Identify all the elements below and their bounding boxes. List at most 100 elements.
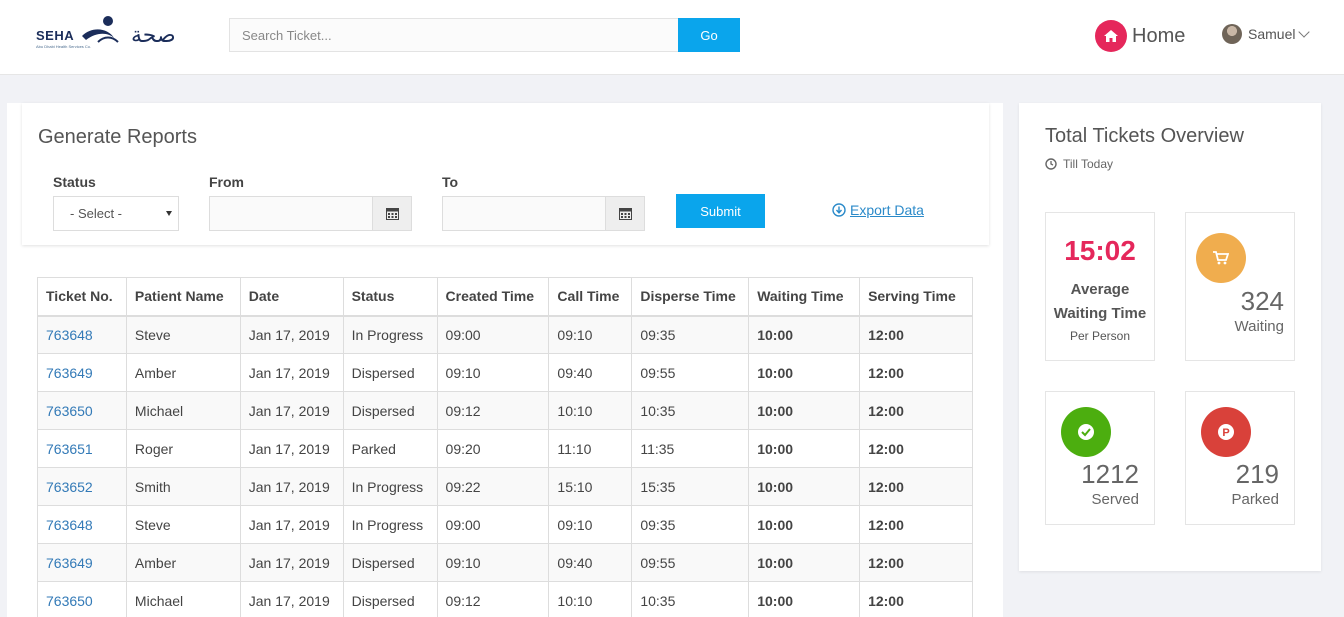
avatar [1222,24,1242,44]
table-cell: 09:55 [631,543,750,582]
table-cell: 15:35 [631,467,750,506]
overview-subtitle: Till Today [1045,157,1113,171]
table-cell: 09:10 [436,543,550,582]
table-cell: 12:00 [859,429,973,468]
table-cell: 09:00 [436,315,550,354]
table-row[interactable]: 763649 Amber Jan 17, 2019 Dispersed 09:10 09:… [37,543,973,582]
column-header[interactable]: Disperse Time [631,277,750,317]
user-name: Samuel [1248,26,1296,42]
table-cell: 12:00 [859,467,973,506]
ticket-link[interactable]: 763652 [37,467,127,506]
submit-button[interactable]: Submit [676,194,765,228]
column-header[interactable]: Call Time [548,277,633,317]
calendar-icon[interactable] [605,197,644,230]
table-row[interactable]: 763648 Steve Jan 17, 2019 In Progress 09:00 0… [37,315,973,354]
table-row[interactable]: 763650 Michael Jan 17, 2019 Dispersed 09:12 1… [37,391,973,430]
table-cell: 09:10 [548,315,633,354]
table-row[interactable]: 763651 Roger Jan 17, 2019 Parked 09:20 11:10 1… [37,429,973,468]
column-header[interactable]: Waiting Time [748,277,861,317]
column-header[interactable]: Date [239,277,344,317]
table-cell: Jan 17, 2019 [239,391,344,430]
table-cell: 11:35 [631,429,750,468]
table-cell: Jan 17, 2019 [239,353,344,392]
table-cell: 10:00 [748,581,861,617]
table-cell: Steve [125,505,241,544]
seha-logo[interactable]: SEHA Abu Dhabi Health Services Co. صحة [36,14,178,50]
search-box [229,18,679,52]
column-header[interactable]: Patient Name [125,277,241,317]
table-cell: 09:12 [436,391,550,430]
table-cell: Jan 17, 2019 [239,315,344,354]
table-cell: 10:00 [748,505,861,544]
export-data-link[interactable]: Export Data [832,202,924,218]
ticket-link[interactable]: 763649 [37,543,127,582]
table-cell: Jan 17, 2019 [239,467,344,506]
home-label: Home [1132,24,1186,47]
table-cell: 09:35 [631,505,750,544]
svg-text:P: P [1222,427,1229,439]
table-cell: 10:00 [748,429,861,468]
logo-arabic: صحة [131,23,176,48]
download-icon [832,203,846,217]
table-cell: 12:00 [859,505,973,544]
ticket-link[interactable]: 763648 [37,315,127,354]
from-date-field[interactable] [209,196,412,231]
table-cell: In Progress [342,505,438,544]
table-header-row: Ticket No. Patient Name Date Status Crea… [37,277,973,317]
table-cell: 09:00 [436,505,550,544]
ticket-link[interactable]: 763650 [37,391,127,430]
table-cell: 15:10 [548,467,633,506]
from-label: From [209,174,244,190]
column-header[interactable]: Ticket No. [37,277,127,317]
table-cell: 12:00 [859,543,973,582]
to-date-field[interactable] [442,196,645,231]
table-row[interactable]: 763649 Amber Jan 17, 2019 Dispersed 09:10 09:… [37,353,973,392]
table-cell: 09:40 [548,543,633,582]
search-input[interactable] [230,19,679,51]
table-cell: 09:40 [548,353,633,392]
table-cell: 10:10 [548,391,633,430]
table-cell: 09:10 [436,353,550,392]
table-cell: Dispersed [342,353,438,392]
go-button[interactable]: Go [678,18,740,52]
table-cell: 11:10 [548,429,633,468]
table-row[interactable]: 763648 Steve Jan 17, 2019 In Progress 09:00 0… [37,505,973,544]
table-cell: 09:55 [631,353,750,392]
overview-title: Total Tickets Overview [1045,125,1244,147]
table-cell: 10:00 [748,353,861,392]
ticket-link[interactable]: 763650 [37,581,127,617]
logo-mark-icon [82,16,119,43]
column-header[interactable]: Status [342,277,438,317]
check-icon [1061,407,1111,457]
parked-label: Parked [1231,491,1279,508]
table-cell: Steve [125,315,241,354]
ticket-link[interactable]: 763651 [37,429,127,468]
ticket-link[interactable]: 763649 [37,353,127,392]
caret-down-icon [166,211,172,216]
to-label: To [442,174,459,190]
column-header[interactable]: Serving Time [859,277,973,317]
table-cell: 12:00 [859,391,973,430]
table-cell: 09:10 [548,505,633,544]
average-waiting-label: Average Waiting Time [1053,281,1147,322]
column-header[interactable]: Created Time [436,277,550,317]
waiting-count: 324 [1240,286,1284,316]
ticket-link[interactable]: 763648 [37,505,127,544]
status-select-value: - Select - [70,206,123,221]
table-row[interactable]: 763650 Michael Jan 17, 2019 Dispersed 09:12 1… [37,581,973,617]
home-link[interactable]: Home [1095,20,1186,52]
status-select[interactable]: - Select - [53,196,179,231]
clock-icon [1045,158,1057,170]
user-menu[interactable]: Samuel [1222,24,1311,44]
table-cell: 09:35 [631,315,750,354]
table-cell: 12:00 [859,581,973,617]
cart-icon [1196,233,1246,283]
table-cell: Dispersed [342,543,438,582]
table-cell: Amber [125,353,241,392]
table-cell: 09:20 [436,429,550,468]
table-cell: Smith [125,467,241,506]
table-row[interactable]: 763652 Smith Jan 17, 2019 In Progress 09:22 1… [37,467,973,506]
table-cell: 10:00 [748,391,861,430]
logo-text: SEHA [36,28,75,43]
calendar-icon[interactable] [372,197,411,230]
